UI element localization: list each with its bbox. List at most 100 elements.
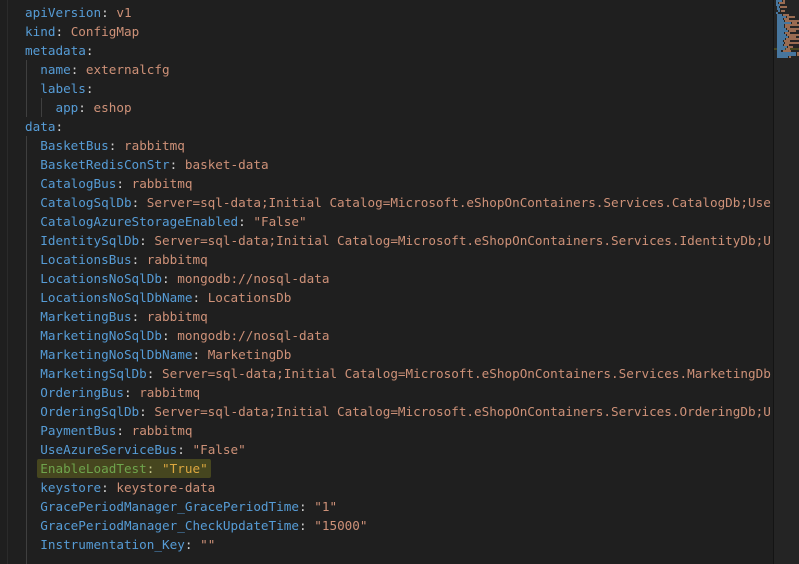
- line-tokens: MarketingNoSqlDb: mongodb://nosql-data: [40, 328, 329, 343]
- code-line[interactable]: LocationsNoSqlDbName: LocationsDb: [25, 288, 773, 307]
- line-tokens: Instrumentation_Key: "": [40, 537, 215, 552]
- code-line[interactable]: MarketingBus: rabbitmq: [25, 307, 773, 326]
- indent-spaces: [25, 100, 55, 115]
- code-line[interactable]: apiVersion: v1: [25, 3, 773, 22]
- yaml-value: rabbitmq: [147, 309, 208, 324]
- line-tokens: metadata:: [25, 43, 94, 58]
- indent-guide: [26, 402, 27, 421]
- colon-punctuation: :: [147, 461, 162, 476]
- indent-spaces: [25, 290, 40, 305]
- indent-guide: [26, 497, 27, 516]
- code-line[interactable]: CatalogBus: rabbitmq: [25, 174, 773, 193]
- indent-spaces: [25, 328, 40, 343]
- yaml-value: Server=sql-data;Initial Catalog=Microsof…: [162, 366, 771, 381]
- yaml-key: CatalogBus: [40, 176, 116, 191]
- yaml-value: MarketingDb: [208, 347, 292, 362]
- code-line[interactable]: GracePeriodManager_GracePeriodTime: "1": [25, 497, 773, 516]
- line-tokens: kind: ConfigMap: [25, 24, 139, 39]
- colon-punctuation: :: [299, 518, 314, 533]
- line-tokens: BasketBus: rabbitmq: [40, 138, 185, 153]
- line-tokens: keystore: keystore-data: [40, 480, 215, 495]
- code-line[interactable]: EnableLoadTest: "True": [25, 459, 773, 478]
- code-line[interactable]: OrderingSqlDb: Server=sql-data;Initial C…: [25, 402, 773, 421]
- line-tokens: GracePeriodManager_CheckUpdateTime: "150…: [40, 518, 367, 533]
- indent-spaces: [25, 499, 40, 514]
- code-line[interactable]: keystore: keystore-data: [25, 478, 773, 497]
- indent-spaces: [25, 195, 40, 210]
- colon-punctuation: :: [116, 423, 131, 438]
- line-tokens: UseAzureServiceBus: "False": [40, 442, 246, 457]
- minimap[interactable]: [773, 0, 799, 564]
- code-line[interactable]: LocationsNoSqlDb: mongodb://nosql-data: [25, 269, 773, 288]
- line-tokens: data:: [25, 119, 63, 134]
- code-line[interactable]: data:: [25, 117, 773, 136]
- yaml-key: Instrumentation_Key: [40, 537, 185, 552]
- indent-spaces: [25, 233, 40, 248]
- code-line[interactable]: name: externalcfg: [25, 60, 773, 79]
- yaml-value: rabbitmq: [139, 385, 200, 400]
- yaml-value: rabbitmq: [124, 138, 185, 153]
- yaml-key: CatalogAzureStorageEnabled: [40, 214, 238, 229]
- colon-punctuation: :: [55, 119, 63, 134]
- code-line[interactable]: CatalogAzureStorageEnabled: "False": [25, 212, 773, 231]
- empty-line[interactable]: [25, 554, 773, 564]
- code-line[interactable]: PaymentBus: rabbitmq: [25, 421, 773, 440]
- code-line[interactable]: OrderingBus: rabbitmq: [25, 383, 773, 402]
- code-line[interactable]: metadata:: [25, 41, 773, 60]
- indent-spaces: [25, 442, 40, 457]
- indent-spaces: [25, 366, 40, 381]
- highlighted-match: EnableLoadTest: "True": [37, 459, 210, 478]
- code-line[interactable]: app: eshop: [25, 98, 773, 117]
- indent-guide: [26, 193, 27, 212]
- colon-punctuation: :: [192, 347, 207, 362]
- line-tokens: LocationsNoSqlDbName: LocationsDb: [40, 290, 291, 305]
- indent-spaces: [25, 309, 40, 324]
- colon-punctuation: :: [71, 62, 86, 77]
- indent-spaces: [25, 537, 40, 552]
- minimap-value-bar: [789, 56, 791, 57]
- indent-guide: [26, 174, 27, 193]
- code-line[interactable]: MarketingNoSqlDbName: MarketingDb: [25, 345, 773, 364]
- colon-punctuation: :: [101, 480, 116, 495]
- code-line[interactable]: MarketingNoSqlDb: mongodb://nosql-data: [25, 326, 773, 345]
- indent-guide: [26, 231, 27, 250]
- indent-guide: [26, 364, 27, 383]
- yaml-key: LocationsNoSqlDb: [40, 271, 162, 286]
- yaml-value: eshop: [94, 100, 132, 115]
- yaml-value: LocationsDb: [208, 290, 292, 305]
- code-line[interactable]: GracePeriodManager_CheckUpdateTime: "150…: [25, 516, 773, 535]
- colon-punctuation: :: [192, 290, 207, 305]
- code-line[interactable]: MarketingSqlDb: Server=sql-data;Initial …: [25, 364, 773, 383]
- indent-guide: [26, 288, 27, 307]
- code-line[interactable]: BasketRedisConStr: basket-data: [25, 155, 773, 174]
- code-line[interactable]: IdentitySqlDb: Server=sql-data;Initial C…: [25, 231, 773, 250]
- code-line[interactable]: UseAzureServiceBus: "False": [25, 440, 773, 459]
- code-line[interactable]: BasketBus: rabbitmq: [25, 136, 773, 155]
- yaml-value: mongodb://nosql-data: [177, 271, 329, 286]
- yaml-key: OrderingBus: [40, 385, 124, 400]
- colon-punctuation: :: [299, 499, 314, 514]
- colon-punctuation: :: [132, 252, 147, 267]
- indent-guide: [26, 60, 27, 79]
- yaml-value: v1: [116, 5, 131, 20]
- line-tokens: GracePeriodManager_GracePeriodTime: "1": [40, 499, 337, 514]
- yaml-value: "15000": [314, 518, 367, 533]
- indent-guide: [26, 250, 27, 269]
- indent-spaces: [25, 347, 40, 362]
- line-tokens: labels:: [40, 81, 93, 96]
- code-line[interactable]: kind: ConfigMap: [25, 22, 773, 41]
- code-line[interactable]: Instrumentation_Key: "": [25, 535, 773, 554]
- code-line[interactable]: labels:: [25, 79, 773, 98]
- yaml-value: Server=sql-data;Initial Catalog=Microsof…: [147, 195, 771, 210]
- indent-guide: [26, 554, 27, 564]
- colon-punctuation: :: [147, 366, 162, 381]
- yaml-value: "": [200, 537, 215, 552]
- line-tokens: app: eshop: [55, 100, 131, 115]
- yaml-key: GracePeriodManager_GracePeriodTime: [40, 499, 299, 514]
- code-line[interactable]: CatalogSqlDb: Server=sql-data;Initial Ca…: [25, 193, 773, 212]
- colon-punctuation: :: [139, 404, 154, 419]
- editor-code-area[interactable]: apiVersion: v1 kind: ConfigMap metadata: n…: [0, 3, 773, 564]
- code-line[interactable]: LocationsBus: rabbitmq: [25, 250, 773, 269]
- yaml-key: OrderingSqlDb: [40, 404, 139, 419]
- indent-spaces: [25, 214, 40, 229]
